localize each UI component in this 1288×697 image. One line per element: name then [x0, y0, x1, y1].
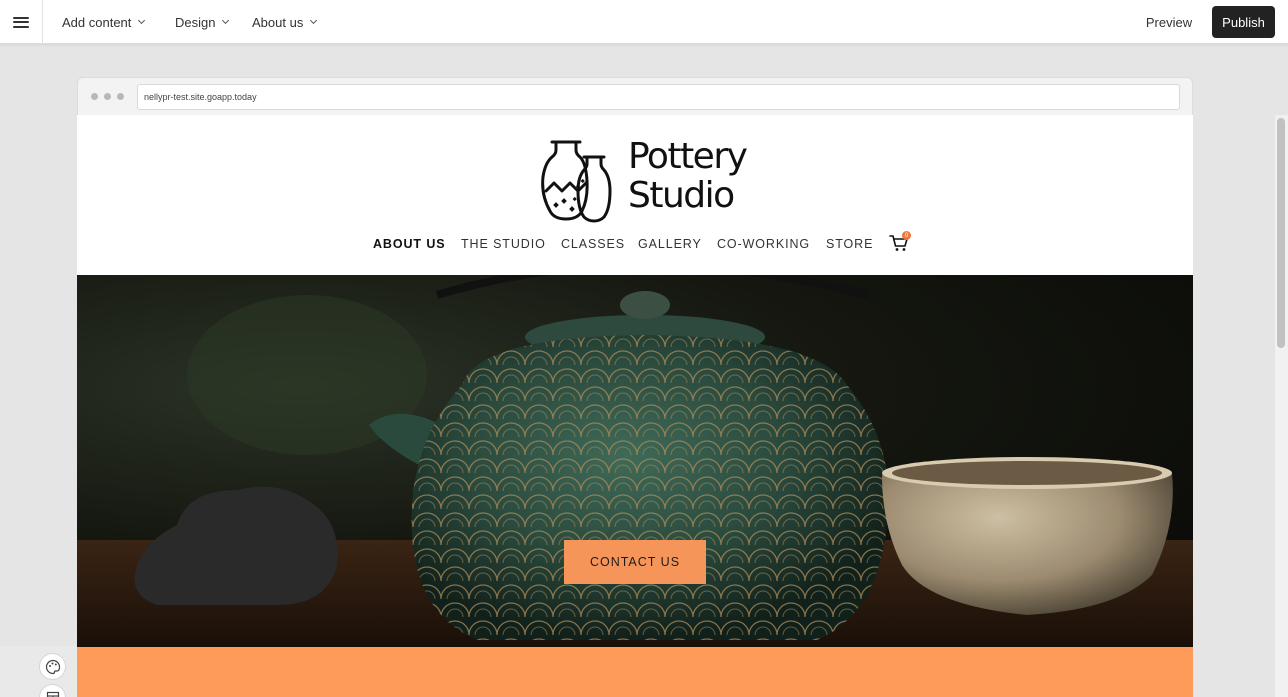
nav-item-gallery[interactable]: GALLERY [638, 237, 702, 251]
hero-section: CONTACT US [77, 275, 1193, 647]
nav-item-about-us[interactable]: ABOUT US [373, 237, 445, 251]
main-menu-button[interactable] [0, 0, 43, 44]
url-text: nellypr-test.site.goapp.today [144, 92, 257, 102]
hamburger-icon [13, 16, 29, 28]
logo-line-2: Studio [628, 175, 735, 216]
nav-item-classes[interactable]: CLASSES [561, 237, 625, 251]
window-dot [117, 93, 124, 100]
orange-section [77, 647, 1193, 697]
preview-button[interactable]: Preview [1136, 7, 1202, 37]
design-label: Design [175, 14, 216, 30]
palette-icon [45, 659, 60, 674]
design-menu[interactable]: Design [175, 0, 230, 44]
logo-wordmark: Pottery Studio [628, 136, 748, 216]
publish-button[interactable]: Publish [1212, 6, 1275, 38]
layout-button[interactable] [39, 684, 66, 697]
cart-button[interactable]: 0 [889, 231, 911, 254]
tools-panel [0, 646, 77, 697]
window-dot [104, 93, 111, 100]
nav-item-the-studio[interactable]: THE STUDIO [461, 237, 546, 251]
editor-toolbar: Add content Design About us Preview Publ… [0, 0, 1288, 44]
vase-logo-icon [541, 140, 612, 223]
chevron-down-icon [138, 16, 146, 25]
url-bar[interactable]: nellypr-test.site.goapp.today [137, 84, 1180, 110]
site-nav: ABOUT US THE STUDIO CLASSES GALLERY CO-W… [77, 231, 1193, 257]
page-selector-menu[interactable]: About us [252, 0, 318, 44]
site-logo[interactable]: Pottery Studio [540, 137, 748, 223]
add-content-menu[interactable]: Add content [62, 0, 146, 44]
scrollbar-thumb[interactable] [1277, 118, 1285, 348]
theme-button[interactable] [39, 653, 66, 680]
cart-count-badge: 0 [902, 231, 911, 240]
site-preview: Pottery Studio ABOUT US THE STUDIO CLASS… [77, 115, 1193, 697]
add-content-label: Add content [62, 14, 132, 30]
layout-icon [46, 691, 59, 697]
contact-us-button[interactable]: CONTACT US [564, 540, 706, 584]
site-header: Pottery Studio ABOUT US THE STUDIO CLASS… [77, 115, 1193, 275]
browser-frame: nellypr-test.site.goapp.today [77, 77, 1193, 115]
logo-line-1: Pottery [628, 136, 748, 177]
nav-item-store[interactable]: STORE [826, 237, 873, 251]
chevron-down-icon [310, 16, 318, 25]
page-selector-label: About us [252, 14, 304, 30]
chevron-down-icon [222, 16, 230, 25]
window-dot [91, 93, 98, 100]
nav-item-co-working[interactable]: CO-WORKING [717, 237, 810, 251]
teapot-photo [77, 275, 1193, 647]
